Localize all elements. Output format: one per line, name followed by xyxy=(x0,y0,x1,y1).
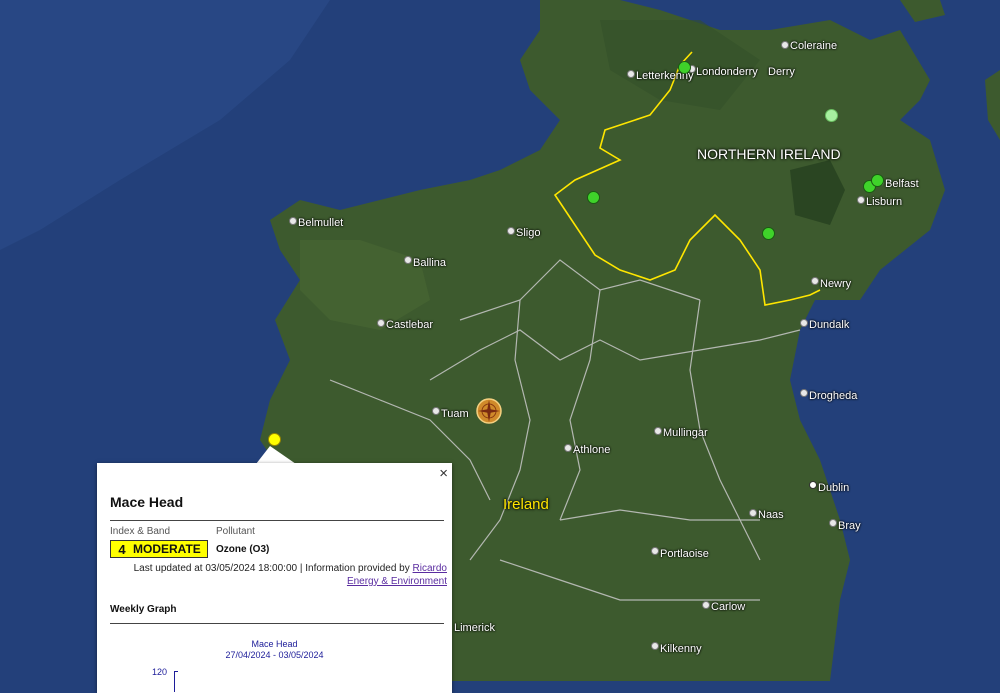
place-dot-coleraine xyxy=(781,41,789,49)
graph-y-tick: 120 xyxy=(152,667,168,677)
place-label-castlebar[interactable]: Castlebar xyxy=(386,319,433,331)
place-dot-sligo xyxy=(507,227,515,235)
place-label-derry[interactable]: Derry xyxy=(768,66,795,78)
station-marker-armagh[interactable] xyxy=(762,227,775,240)
place-label-dublin[interactable]: Dublin xyxy=(818,482,849,494)
place-label-lisburn[interactable]: Lisburn xyxy=(866,196,902,208)
divider xyxy=(110,520,444,521)
provider-link-ricardo[interactable]: Ricardo xyxy=(413,563,447,574)
place-dot-belmullet xyxy=(289,217,297,225)
graph-station-name: Mace Head xyxy=(251,639,298,649)
place-dot-castlebar xyxy=(377,319,385,327)
station-marker-mace-head[interactable] xyxy=(268,433,281,446)
compass-rose-icon[interactable] xyxy=(475,397,503,425)
band-value: MODERATE xyxy=(133,542,201,556)
graph-y-axis xyxy=(174,671,178,692)
pollutant-value: Ozone (O3) xyxy=(216,544,270,555)
region-label-ireland: Ireland xyxy=(503,496,549,513)
popup-pointer xyxy=(256,446,296,464)
place-label-belmullet[interactable]: Belmullet xyxy=(298,217,343,229)
station-marker-derry[interactable] xyxy=(678,61,691,74)
place-label-dundalk[interactable]: Dundalk xyxy=(809,319,849,331)
place-label-coleraine[interactable]: Coleraine xyxy=(790,40,837,52)
place-dot-bray xyxy=(829,519,837,527)
place-label-sligo[interactable]: Sligo xyxy=(516,227,540,239)
place-dot-naas xyxy=(749,509,757,517)
place-label-athlone[interactable]: Athlone xyxy=(573,444,610,456)
station-marker-belfast-b[interactable] xyxy=(871,174,884,187)
index-value: 4 xyxy=(118,541,126,557)
weekly-graph-heading: Weekly Graph xyxy=(110,604,177,615)
place-label-portlaoise[interactable]: Portlaoise xyxy=(660,548,709,560)
place-dot-mullingar xyxy=(654,427,662,435)
index-band-heading: Index & Band xyxy=(110,526,171,537)
station-title: Mace Head xyxy=(110,494,184,510)
place-label-belfast[interactable]: Belfast xyxy=(885,178,919,190)
place-dot-newry xyxy=(811,277,819,285)
index-band-badge: 4 MODERATE xyxy=(110,540,208,558)
divider xyxy=(110,623,444,624)
last-updated-text: Last updated at 03/05/2024 18:00:00 | In… xyxy=(134,563,447,588)
place-dot-portlaoise xyxy=(651,547,659,555)
place-label-ballina[interactable]: Ballina xyxy=(413,257,446,269)
place-label-londonderry[interactable]: Londonderry xyxy=(696,66,758,78)
place-dot-kilkenny xyxy=(651,642,659,650)
station-info-popup: × Mace Head Index & Band Pollutant 4 MOD… xyxy=(97,463,452,693)
station-marker-north-coast[interactable] xyxy=(825,109,838,122)
last-updated-label: Last updated at 03/05/2024 18:00:00 | In… xyxy=(133,563,413,574)
place-dot-athlone xyxy=(564,444,572,452)
place-label-tuam[interactable]: Tuam xyxy=(441,408,469,420)
place-label-carlow[interactable]: Carlow xyxy=(711,601,745,613)
place-dot-tuam xyxy=(432,407,440,415)
place-dot-letterkenny xyxy=(627,70,635,78)
pollutant-heading: Pollutant xyxy=(216,526,255,537)
station-marker-strabane[interactable] xyxy=(587,191,600,204)
place-label-naas[interactable]: Naas xyxy=(758,509,784,521)
close-icon[interactable]: × xyxy=(439,465,448,482)
place-dot-lisburn xyxy=(857,196,865,204)
region-label-northern-ireland: NORTHERN IRELAND xyxy=(697,146,841,162)
place-dot-dublin xyxy=(809,481,817,489)
place-dot-drogheda xyxy=(800,389,808,397)
place-dot-dundalk xyxy=(800,319,808,327)
place-label-mullingar[interactable]: Mullingar xyxy=(663,427,708,439)
place-label-kilkenny[interactable]: Kilkenny xyxy=(660,643,702,655)
graph-date-range: 27/04/2024 - 03/05/2024 xyxy=(225,650,324,660)
provider-link-energy[interactable]: Energy & Environment xyxy=(347,576,447,587)
place-label-bray[interactable]: Bray xyxy=(838,520,861,532)
place-label-drogheda[interactable]: Drogheda xyxy=(809,390,857,402)
place-dot-ballina xyxy=(404,256,412,264)
place-label-newry[interactable]: Newry xyxy=(820,278,851,290)
graph-title: Mace Head 27/04/2024 - 03/05/2024 xyxy=(97,639,452,661)
place-dot-carlow xyxy=(702,601,710,609)
place-label-limerick[interactable]: Limerick xyxy=(454,622,495,634)
